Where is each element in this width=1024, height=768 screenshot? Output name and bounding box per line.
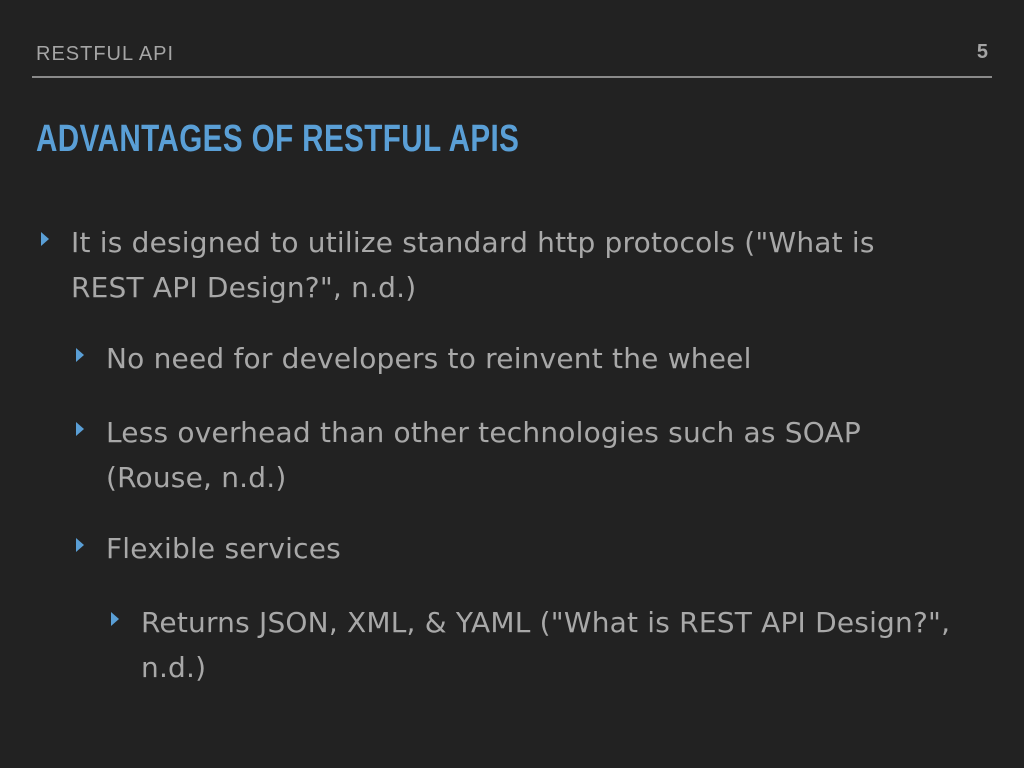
triangle-right-icon bbox=[111, 612, 119, 626]
header-divider bbox=[32, 76, 992, 78]
triangle-right-icon bbox=[76, 422, 84, 436]
bullet-text: It is designed to utilize standard http … bbox=[71, 226, 875, 304]
bullet-text: Flexible services bbox=[106, 532, 341, 565]
section-label: RESTFUL API bbox=[36, 43, 175, 65]
bullet-item: Flexible services bbox=[76, 526, 966, 571]
triangle-right-icon bbox=[76, 538, 84, 552]
page-number: 5 bbox=[976, 41, 988, 63]
slide-title: ADVANTAGES OF RESTFUL APIS bbox=[36, 118, 520, 160]
bullet-item: No need for developers to reinvent the w… bbox=[76, 336, 966, 381]
bullet-text: No need for developers to reinvent the w… bbox=[106, 342, 752, 375]
bullet-item: It is designed to utilize standard http … bbox=[41, 220, 951, 310]
bullet-item: Returns JSON, XML, & YAML ("What is REST… bbox=[111, 600, 961, 690]
triangle-right-icon bbox=[41, 232, 49, 246]
bullet-item: Less overhead than other technologies su… bbox=[76, 410, 966, 500]
bullet-text: Less overhead than other technologies su… bbox=[106, 416, 861, 494]
bullet-text: Returns JSON, XML, & YAML ("What is REST… bbox=[141, 606, 951, 684]
triangle-right-icon bbox=[76, 348, 84, 362]
